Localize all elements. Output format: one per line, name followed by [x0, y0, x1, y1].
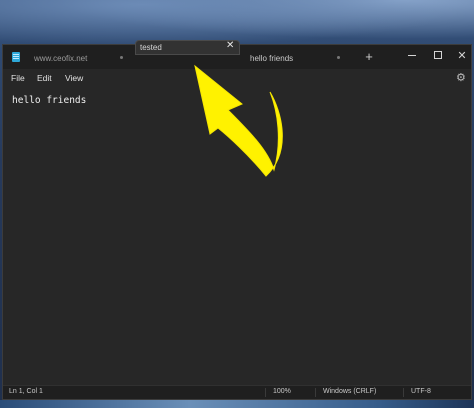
menu-file[interactable]: File: [11, 73, 25, 83]
editor-content[interactable]: hello friends: [12, 95, 86, 106]
zoom-level[interactable]: 100%: [273, 388, 291, 395]
desktop-wallpaper: [0, 0, 474, 46]
close-icon: ✕: [457, 50, 467, 62]
tab-label: hello friends: [250, 54, 294, 63]
menu-bar: File Edit View ⚙: [3, 69, 471, 89]
notepad-window: www.ceofix.net hello friends + ✕ File Ed…: [2, 44, 472, 400]
unsaved-dot-icon: [337, 56, 340, 59]
taskbar-edge: [0, 400, 474, 408]
tab-label: www.ceofix.net: [34, 54, 88, 63]
new-tab-button[interactable]: +: [361, 49, 377, 65]
notepad-app-icon: [12, 52, 20, 62]
settings-gear-icon[interactable]: ⚙: [456, 72, 466, 84]
text-editor[interactable]: hello friends: [3, 89, 471, 385]
cursor-position: Ln 1, Col 1: [9, 388, 43, 395]
encoding[interactable]: UTF-8: [411, 388, 431, 395]
status-bar: Ln 1, Col 1 100% Windows (CRLF) UTF-8: [3, 385, 471, 399]
unsaved-dot-icon: [120, 56, 123, 59]
menu-edit[interactable]: Edit: [37, 73, 52, 83]
tab-hello-friends[interactable]: hello friends: [247, 45, 355, 69]
close-window-button[interactable]: ✕: [447, 45, 474, 69]
status-divider: [265, 388, 266, 397]
dragged-tab[interactable]: tested ✕: [135, 40, 240, 55]
close-icon[interactable]: ✕: [226, 40, 234, 51]
dragged-tab-label: tested: [140, 43, 162, 52]
line-ending[interactable]: Windows (CRLF): [323, 388, 376, 395]
minimize-icon: [408, 54, 416, 56]
plus-icon: +: [365, 49, 373, 64]
status-divider: [403, 388, 404, 397]
menu-view[interactable]: View: [65, 73, 83, 83]
maximize-icon: [434, 51, 442, 60]
status-divider: [315, 388, 316, 397]
tab-ceofix[interactable]: www.ceofix.net: [29, 45, 133, 69]
